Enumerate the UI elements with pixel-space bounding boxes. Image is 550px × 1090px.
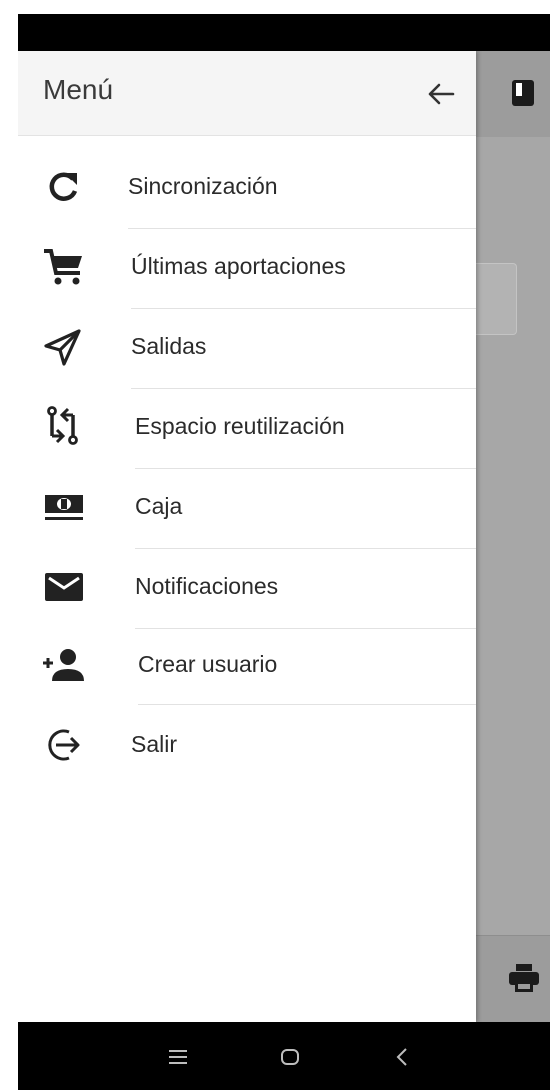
menu-item-notificaciones[interactable]: Notificaciones — [18, 549, 476, 629]
menu-item-ultimas-aportaciones[interactable]: Últimas aportaciones — [18, 229, 476, 309]
print-icon[interactable] — [508, 963, 540, 993]
menu-item-label: Notificaciones — [135, 573, 279, 599]
menu-item-label: Salir — [131, 731, 178, 757]
sync-icon — [49, 172, 78, 201]
cart-icon — [44, 249, 82, 285]
add-user-icon — [43, 649, 84, 681]
menu-item-label: Caja — [135, 493, 183, 519]
menu-item-espacio-reutilizacion[interactable]: Espacio reutilización — [18, 389, 476, 469]
menu-item-caja[interactable]: Caja — [18, 469, 476, 549]
mail-icon — [45, 573, 83, 601]
menu-item-salidas[interactable]: Salidas — [18, 309, 476, 389]
recent-apps-icon[interactable] — [163, 1042, 193, 1072]
home-icon[interactable] — [275, 1042, 305, 1072]
drawer-header: Menú — [18, 51, 476, 136]
send-icon — [44, 329, 81, 366]
menu-item-sincronizacion[interactable]: Sincronización — [18, 149, 476, 229]
navigation-drawer: Menú Sincronización Últimas aportaciones — [18, 51, 476, 1022]
background-card — [476, 263, 517, 335]
system-navigation-bar — [18, 1022, 550, 1090]
status-bar — [18, 14, 550, 51]
menu-item-salir[interactable]: Salir — [18, 705, 476, 785]
book-icon[interactable] — [511, 79, 535, 107]
cash-icon — [45, 495, 83, 520]
drawer-title: Menú — [43, 74, 114, 105]
menu-item-label: Sincronización — [128, 173, 278, 199]
menu-item-label: Últimas aportaciones — [131, 253, 346, 279]
logout-icon — [48, 729, 80, 761]
menu-item-label: Crear usuario — [138, 651, 278, 677]
back-arrow-icon[interactable] — [426, 79, 456, 109]
menu-item-label: Salidas — [131, 333, 207, 359]
menu-item-crear-usuario[interactable]: Crear usuario — [18, 629, 476, 709]
phone-frame: Menú Sincronización Últimas aportaciones — [18, 14, 550, 1090]
swap-icon — [47, 406, 78, 445]
menu-item-label: Espacio reutilización — [135, 413, 345, 439]
back-icon[interactable] — [388, 1042, 418, 1072]
